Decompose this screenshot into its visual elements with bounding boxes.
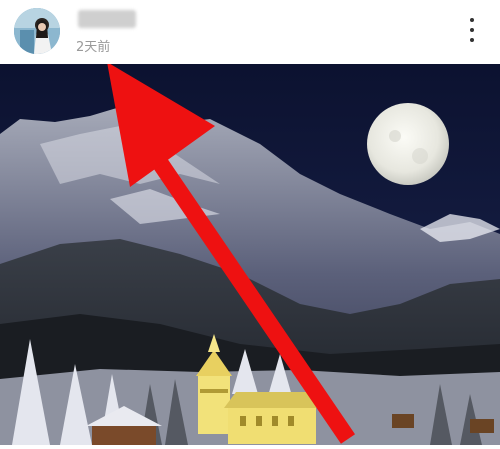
avatar-icon xyxy=(14,8,60,54)
avatar[interactable] xyxy=(14,8,60,54)
post-header: 2天前 xyxy=(0,0,500,64)
photo-night-village xyxy=(0,62,500,445)
post-photo[interactable] xyxy=(0,62,500,445)
post-time: 2天前 xyxy=(76,40,111,55)
username[interactable] xyxy=(78,10,136,28)
moon xyxy=(367,103,449,185)
more-vertical-icon[interactable] xyxy=(462,18,482,42)
